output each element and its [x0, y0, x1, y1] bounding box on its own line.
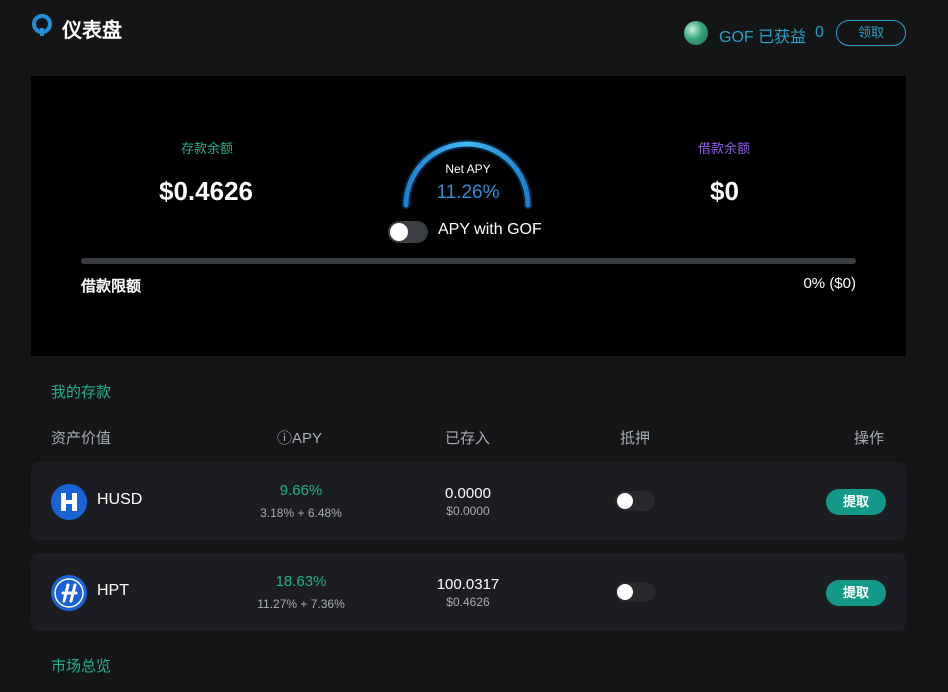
asset-apy: 9.66% [279, 482, 323, 499]
collateral-toggle[interactable] [615, 582, 655, 602]
col-action-header: 操作 [854, 430, 885, 447]
net-apy-value: 11.26% [436, 182, 500, 203]
asset-apy: 18.63% [275, 573, 327, 590]
apy-with-gof-label: APY with GOF [438, 221, 542, 238]
borrow-limit-label: 借款限额 [81, 278, 142, 295]
withdraw-button[interactable]: 提取 [826, 489, 886, 515]
hpt-token-icon [51, 575, 87, 611]
toggle-knob [617, 493, 633, 509]
dashboard-logo-icon [32, 14, 52, 36]
borrow-balance-label: 借款余额 [698, 141, 751, 156]
borrow-balance-value: $0 [710, 176, 739, 206]
net-apy-label: Net APY [445, 162, 491, 176]
apy-with-gof-toggle[interactable] [388, 221, 428, 243]
page-title: 仪表盘 [62, 20, 122, 42]
gof-earned-value: 0 [815, 24, 824, 41]
deposited-amount: 100.0317 [436, 576, 500, 593]
husd-token-icon [51, 484, 87, 520]
gof-earned-label: GOF 已获益 [719, 29, 807, 46]
asset-apy-breakdown: 11.27% + 7.36% [257, 597, 345, 611]
asset-apy-breakdown: 3.18% + 6.48% [260, 506, 342, 520]
col-collateral-header: 抵押 [620, 430, 651, 447]
deposit-balance-label: 存款余额 [181, 141, 234, 156]
col-apy-header[interactable]: ⓘAPY [277, 427, 322, 448]
deposit-row-husd: HUSD 9.66% 3.18% + 6.48% 0.0000 $0.0000 … [31, 462, 906, 540]
header: 仪表盘 GOF 已获益 0 领取 [0, 0, 948, 60]
deposit-balance-value: $0.4626 [159, 176, 253, 206]
gof-token-icon [684, 21, 708, 45]
asset-name: HUSD [97, 491, 143, 508]
claim-button[interactable]: 领取 [836, 20, 906, 46]
col-deposited-header: 已存入 [445, 430, 491, 447]
deposited-usd: $0.0000 [446, 504, 490, 518]
deposit-row-hpt: HPT 18.63% 11.27% + 7.36% 100.0317 $0.46… [31, 553, 906, 631]
asset-name: HPT [97, 582, 129, 599]
collateral-toggle[interactable] [615, 491, 655, 511]
borrow-limit-bar [81, 258, 856, 264]
withdraw-button[interactable]: 提取 [826, 580, 886, 606]
borrow-limit-value: 0% ($0) [803, 275, 856, 292]
deposited-amount: 0.0000 [445, 485, 491, 502]
toggle-knob [617, 584, 633, 600]
summary-panel: 存款余额 $0.4626 Net APY 11.26% APY with GOF… [31, 76, 906, 356]
toggle-knob [390, 223, 408, 241]
my-deposits-title: 我的存款 [51, 384, 112, 401]
market-overview-title: 市场总览 [51, 658, 112, 675]
col-asset-header: 资产价值 [51, 430, 112, 447]
deposited-usd: $0.4626 [446, 595, 490, 609]
